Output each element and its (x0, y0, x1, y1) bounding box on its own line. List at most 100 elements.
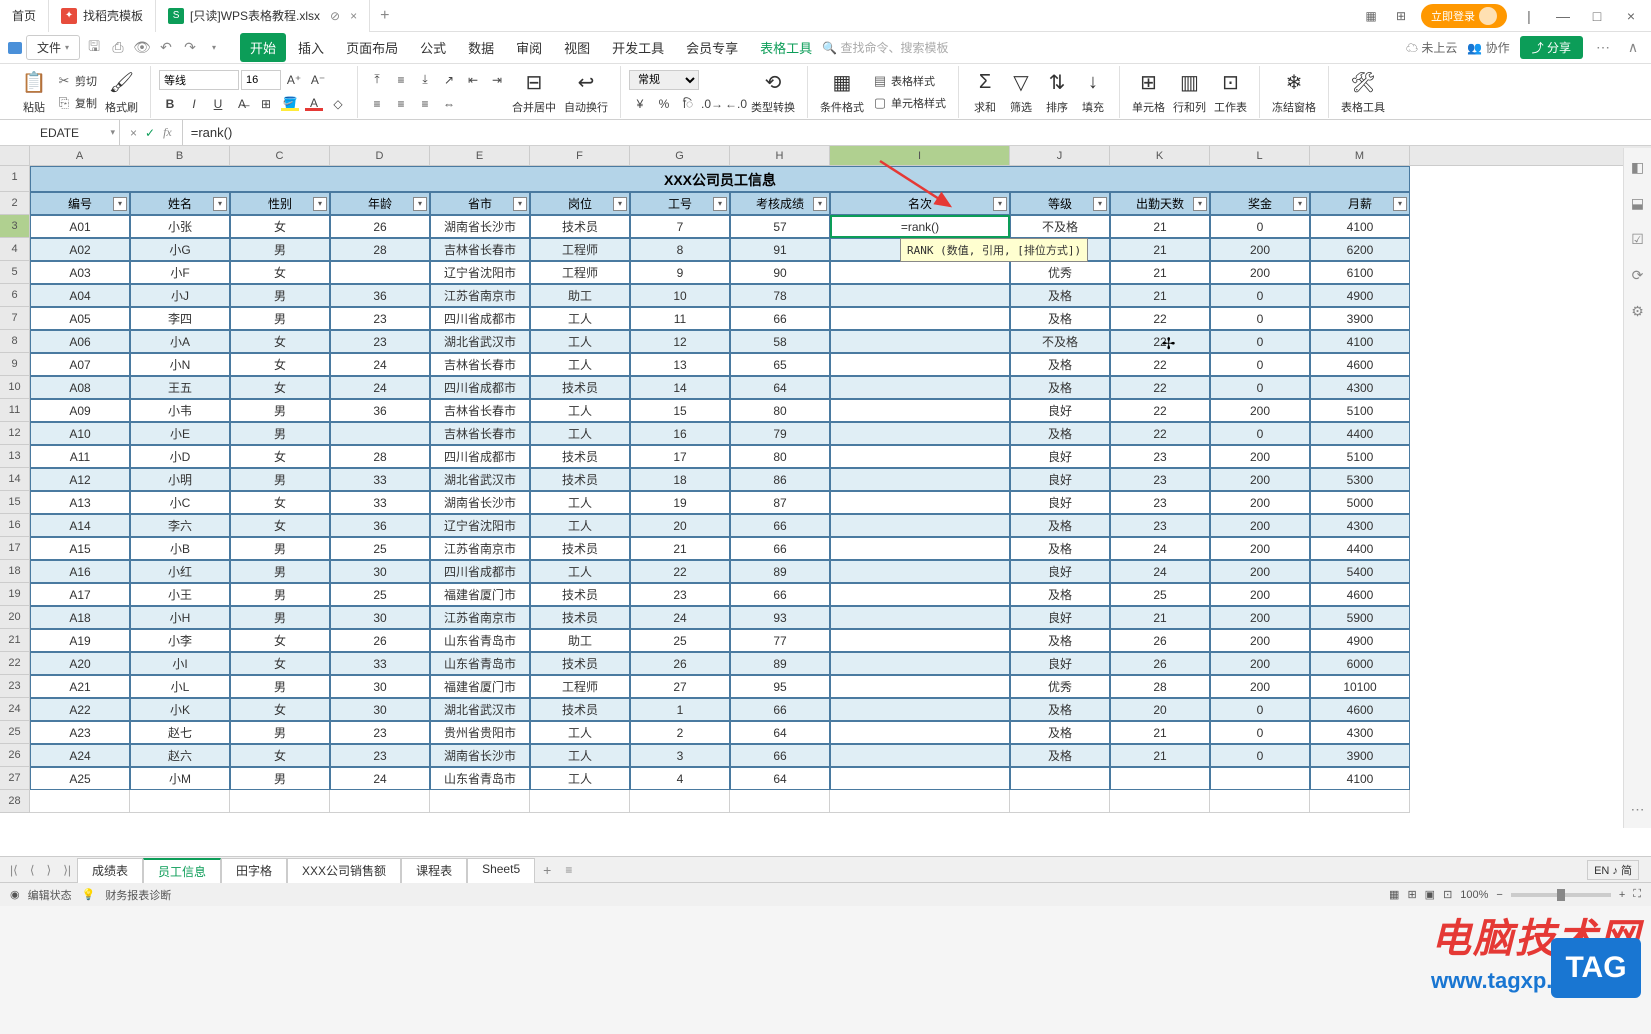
more-icon[interactable]: ⋯ (1593, 38, 1613, 58)
data-cell[interactable]: 湖南省长沙市 (430, 215, 530, 238)
data-cell[interactable]: A17 (30, 583, 130, 606)
row-header-9[interactable]: 9 (0, 353, 30, 376)
filter-button[interactable]: ▾ (993, 197, 1007, 211)
row-header-10[interactable]: 10 (0, 376, 30, 399)
row-header-27[interactable]: 27 (0, 767, 30, 790)
data-cell[interactable]: 64 (730, 767, 830, 790)
data-cell[interactable]: 良好 (1010, 445, 1110, 468)
side-settings-icon[interactable]: ⚙ (1629, 302, 1647, 320)
name-box[interactable]: EDATE▾ (0, 120, 120, 145)
filter-button[interactable]: ▾ (313, 197, 327, 211)
data-cell[interactable]: 22 (1110, 376, 1210, 399)
menu-tab-3[interactable]: 公式 (410, 33, 456, 62)
data-cell[interactable]: 吉林省长春市 (430, 422, 530, 445)
align-middle-icon[interactable]: ≡ (390, 70, 412, 90)
data-cell[interactable] (830, 606, 1010, 629)
data-cell[interactable]: 4300 (1310, 514, 1410, 537)
data-cell[interactable]: 山东省青岛市 (430, 629, 530, 652)
data-cell[interactable]: 66 (730, 514, 830, 537)
number-format-select[interactable]: 常规 (629, 70, 699, 90)
data-cell[interactable]: 58 (730, 330, 830, 353)
sum-button[interactable]: Σ求和 (967, 69, 1003, 115)
data-cell[interactable]: 3 (630, 744, 730, 767)
data-cell[interactable]: 23 (1110, 445, 1210, 468)
col-header-A[interactable]: A (30, 146, 130, 165)
data-cell[interactable]: 2 (630, 721, 730, 744)
data-cell[interactable]: 小B (130, 537, 230, 560)
data-cell[interactable]: 湖北省武汉市 (430, 698, 530, 721)
wrap-text-button[interactable]: ↩自动换行 (560, 69, 612, 115)
data-cell[interactable]: 吉林省长春市 (430, 399, 530, 422)
sheet-nav-last-icon[interactable]: ⟩| (57, 863, 77, 877)
data-cell[interactable]: 25 (1110, 583, 1210, 606)
data-cell[interactable]: 26 (330, 215, 430, 238)
data-cell[interactable]: 25 (330, 583, 430, 606)
data-cell[interactable]: 5400 (1310, 560, 1410, 583)
data-cell[interactable]: 不及格 (1010, 330, 1110, 353)
header-cell-0[interactable]: 编号▾ (30, 192, 130, 215)
data-cell[interactable]: 辽宁省沈阳市 (430, 261, 530, 284)
data-cell[interactable]: 李六 (130, 514, 230, 537)
data-cell[interactable]: 21 (1110, 284, 1210, 307)
data-cell[interactable]: 及格 (1010, 721, 1110, 744)
data-cell[interactable]: 技术员 (530, 445, 630, 468)
add-tab-button[interactable]: + (370, 7, 399, 25)
data-cell[interactable]: 200 (1210, 675, 1310, 698)
font-size-select[interactable] (241, 70, 281, 90)
data-cell[interactable]: A15 (30, 537, 130, 560)
data-cell[interactable]: 64 (730, 376, 830, 399)
data-cell[interactable]: 男 (230, 606, 330, 629)
data-cell[interactable]: 湖南省长沙市 (430, 744, 530, 767)
row-header-7[interactable]: 7 (0, 307, 30, 330)
data-cell[interactable] (1010, 767, 1110, 790)
table-style-button[interactable]: ▤表格样式 (868, 71, 950, 91)
data-cell[interactable]: 0 (1210, 215, 1310, 238)
data-cell[interactable]: 200 (1210, 445, 1310, 468)
data-cell[interactable] (830, 744, 1010, 767)
data-cell[interactable]: 30 (330, 560, 430, 583)
data-cell[interactable]: 李四 (130, 307, 230, 330)
menu-tab-1[interactable]: 插入 (288, 33, 334, 62)
data-cell[interactable]: 33 (330, 491, 430, 514)
minimize-button[interactable]: — (1551, 8, 1575, 24)
data-cell[interactable]: 95 (730, 675, 830, 698)
data-cell[interactable]: 女 (230, 698, 330, 721)
data-cell[interactable]: A03 (30, 261, 130, 284)
row-header-18[interactable]: 18 (0, 560, 30, 583)
data-cell[interactable]: 17 (630, 445, 730, 468)
data-cell[interactable]: 23 (1110, 514, 1210, 537)
header-cell-1[interactable]: 姓名▾ (130, 192, 230, 215)
data-cell[interactable] (830, 330, 1010, 353)
data-cell[interactable] (830, 560, 1010, 583)
data-cell[interactable]: 四川省成都市 (430, 445, 530, 468)
template-tab[interactable]: ✦ 找稻壳模板 (49, 0, 156, 32)
filter-button[interactable]: ▾ (513, 197, 527, 211)
data-cell[interactable]: 6000 (1310, 652, 1410, 675)
data-cell[interactable]: 200 (1210, 261, 1310, 284)
distribute-icon[interactable]: ⇔ (438, 94, 460, 114)
table-tools-button[interactable]: 🛠表格工具 (1337, 69, 1389, 115)
data-cell[interactable] (830, 675, 1010, 698)
data-cell[interactable]: 200 (1210, 514, 1310, 537)
empty-cell[interactable] (830, 790, 1010, 813)
data-cell[interactable]: 21 (630, 537, 730, 560)
row-header-15[interactable]: 15 (0, 491, 30, 514)
cut-button[interactable]: ✂剪切 (52, 71, 101, 91)
data-cell[interactable]: 及格 (1010, 744, 1110, 767)
data-cell[interactable]: 16 (630, 422, 730, 445)
data-cell[interactable]: 21 (1110, 606, 1210, 629)
copy-button[interactable]: ⎘复制 (52, 93, 101, 113)
row-header-16[interactable]: 16 (0, 514, 30, 537)
data-cell[interactable]: 工人 (530, 767, 630, 790)
filter-button[interactable]: ▾ (1293, 197, 1307, 211)
data-cell[interactable]: 技术员 (530, 215, 630, 238)
data-cell[interactable]: 江苏省南京市 (430, 606, 530, 629)
data-cell[interactable]: 赵七 (130, 721, 230, 744)
data-cell[interactable]: A14 (30, 514, 130, 537)
table-title-cell[interactable]: XXX公司员工信息 (30, 166, 1410, 192)
data-cell[interactable]: 26 (1110, 629, 1210, 652)
data-cell[interactable] (330, 422, 430, 445)
data-cell[interactable]: 及格 (1010, 307, 1110, 330)
data-cell[interactable]: 4100 (1310, 330, 1410, 353)
pin-icon[interactable]: ⊘ (330, 9, 340, 23)
